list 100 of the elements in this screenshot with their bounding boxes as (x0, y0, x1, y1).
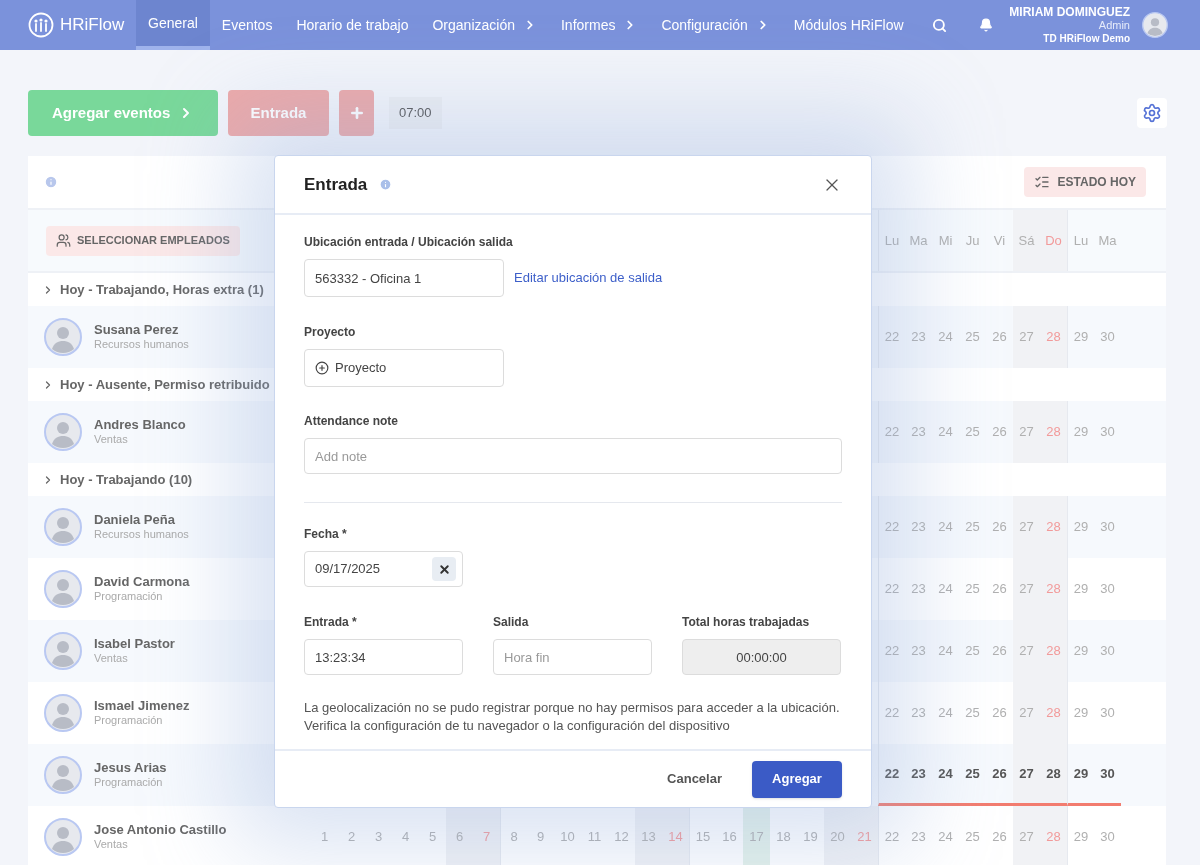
status-today-button[interactable]: ESTADO HOY (1023, 167, 1146, 197)
day-cell-text: 24 (937, 328, 954, 347)
day-cell-text: 26 (991, 828, 1008, 847)
plus-icon (348, 105, 365, 121)
day-cell-text: 25 (964, 328, 981, 347)
select-employees-button[interactable]: SELECCIONAR EMPLEADOS (46, 225, 240, 256)
geolocation-message: La geolocalización no se pudo registrar porque no hay permisos para acceder a la ubicación. Verifica la configuración de tu navegador o la configuración del dispositivo (304, 699, 841, 735)
day-cell: 29 (1067, 401, 1094, 463)
edit-exit-location-link[interactable]: Editar ubicación de salida (514, 268, 663, 288)
nav-tab[interactable]: Módulos HRiFlow (781, 0, 916, 50)
day-cell-text: 25 (964, 828, 981, 847)
settings-icon (1142, 103, 1162, 123)
day-cell-text: 1 (319, 828, 330, 847)
day-cell: 14 (662, 806, 689, 865)
day-cell-text: 26 (991, 423, 1008, 442)
day-cell-text: 19 (802, 828, 819, 847)
location-field[interactable]: 563332 - Oficina 1 (304, 259, 504, 297)
field-label: Proyecto (304, 324, 357, 341)
day-cell-text: 26 (991, 580, 1008, 599)
submit-button[interactable]: Agregar (752, 760, 842, 798)
day-cell-text: 9 (535, 828, 546, 847)
field-label: Salida (493, 614, 530, 631)
day-cell-text: 23 (910, 580, 927, 599)
group-title: Hoy - Ausente, Permiso retribuido (60, 375, 270, 394)
users-icon (56, 233, 71, 248)
day-cell-text: 24 (937, 518, 954, 537)
company-name: TD HRiFlow Demo (1043, 31, 1130, 45)
day-cell-text: 23 (910, 328, 927, 347)
day-cell: 20 (824, 806, 851, 865)
day-cell-text: 26 (991, 518, 1008, 537)
nav-tab[interactable]: Organización (420, 0, 549, 50)
day-cell-text: 12 (613, 828, 630, 847)
day-cell-text: 30 (1099, 518, 1116, 537)
day-cell: 27 (1013, 620, 1040, 682)
weekday-header: Mi (937, 231, 954, 250)
avatar (44, 413, 82, 451)
day-cell-text: 24 (937, 423, 954, 442)
day-cell-text: 25 (964, 704, 981, 723)
day-cell: 28 (1040, 744, 1067, 806)
nav-tab[interactable]: Informes (548, 0, 650, 50)
field-label: Entrada * (304, 614, 358, 631)
note-field[interactable]: Add note (304, 438, 842, 474)
cancel-button[interactable]: Cancelar (667, 769, 722, 789)
search-icon[interactable] (931, 17, 947, 33)
day-cell-text: 25 (964, 642, 981, 661)
day-cell: 27 (1013, 401, 1040, 463)
clear-icon (437, 562, 451, 576)
info-icon (379, 178, 393, 191)
employee-name: Ismael Jimenez (94, 698, 190, 715)
day-cell-text: 30 (1099, 704, 1116, 723)
nav-tab[interactable]: Horario de trabajo (284, 0, 421, 50)
group-title: Hoy - Trabajando, Horas extra (1) (60, 280, 264, 299)
employee-department: Programación (94, 590, 164, 604)
day-cell: 13 (635, 806, 662, 865)
avatar (44, 694, 82, 732)
date-field[interactable]: 09/17/2025 (304, 551, 463, 587)
nav-tab[interactable]: Configuración (649, 0, 782, 50)
weekday-header: Ma (908, 231, 929, 250)
employee-department: Recursos humanos (94, 338, 189, 352)
avatar (44, 818, 82, 856)
day-cell: 28 (1040, 306, 1067, 368)
employee-department: Ventas (94, 652, 129, 666)
checklist-icon (1033, 174, 1050, 190)
field-label: Total horas trabajadas (682, 614, 811, 631)
day-cell-text: 16 (721, 828, 738, 847)
day-cell-text: 23 (910, 518, 927, 537)
day-cell: 27 (1013, 806, 1040, 865)
day-cell-text: 30 (1099, 642, 1116, 661)
employee-department: Ventas (94, 433, 129, 447)
project-button[interactable]: Proyecto (304, 349, 504, 387)
group-title: Hoy - Trabajando (10) (60, 470, 193, 489)
day-cell-text: 24 (937, 580, 954, 599)
employee-name: Susana Perez (94, 322, 180, 339)
day-cell: 27 (1013, 558, 1040, 620)
day-cell-text: 25 (964, 423, 981, 442)
nav-tab[interactable]: Eventos (209, 0, 285, 50)
date-value: 09/17/2025 (315, 560, 381, 579)
user-role: Admin (1098, 18, 1130, 32)
employee-department: Recursos humanos (94, 528, 189, 542)
day-cell-text: 3 (373, 828, 384, 847)
avatar (1142, 12, 1168, 38)
day-cell-text: 10 (559, 828, 576, 847)
bell-icon[interactable] (978, 18, 993, 32)
nav-tab[interactable]: General (136, 0, 210, 50)
day-cell-text: 26 (991, 642, 1008, 661)
time-field[interactable]: 13:23:34 (304, 639, 463, 675)
avatar (44, 318, 82, 356)
employee-name: Jesus Arias (94, 760, 167, 777)
day-cell-text: 26 (991, 328, 1008, 347)
day-cell: 27 (1013, 744, 1040, 806)
time-field[interactable]: Hora fin (493, 639, 652, 675)
day-cell: 27 (1013, 496, 1040, 558)
day-cell: 28 (1040, 620, 1067, 682)
settings-button[interactable] (1137, 98, 1167, 128)
weekday-header: Lu (1067, 210, 1094, 271)
employee-department: Ventas (94, 838, 129, 852)
dialog-title: Entrada (304, 173, 368, 196)
plus-circle-icon (315, 361, 329, 375)
day-cell-text: 24 (937, 642, 954, 661)
clear-date-button[interactable] (432, 557, 456, 581)
